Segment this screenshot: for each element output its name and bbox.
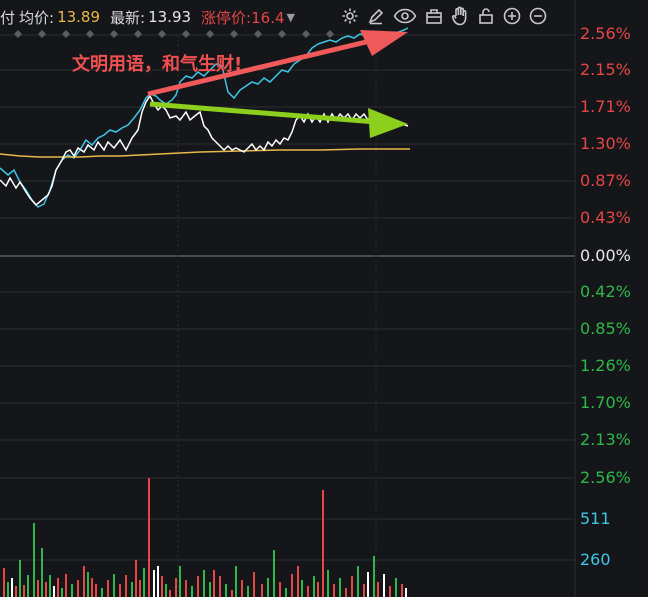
event-markers — [14, 30, 334, 38]
axis-label-down-1: 0.85% — [580, 319, 631, 338]
axis-label-zero: 0.00% — [580, 246, 631, 265]
axis-label-up-2: 1.71% — [580, 97, 631, 116]
volume-label-1: 260 — [580, 550, 611, 569]
green-trend-arrow — [149, 101, 408, 138]
axis-label-up-1: 2.15% — [580, 60, 631, 79]
volume-bars — [3, 478, 407, 597]
axis-label-down-0: 0.42% — [580, 282, 631, 301]
annotation-text: 文明用语，和气生财! — [72, 54, 243, 75]
axis-label-down-5: 2.56% — [580, 468, 631, 487]
axis-label-up-5: 0.43% — [580, 208, 631, 227]
average-price-line — [0, 148, 410, 158]
volume-label-0: 511 — [580, 509, 611, 528]
intraday-chart[interactable] — [0, 0, 648, 597]
price-line — [0, 94, 409, 207]
axis-label-up-3: 1.30% — [580, 134, 631, 153]
axis-label-down-2: 1.26% — [580, 356, 631, 375]
axis-label-down-4: 2.13% — [580, 430, 631, 449]
axis-label-up-4: 0.87% — [580, 171, 631, 190]
axis-label-down-3: 1.70% — [580, 393, 631, 412]
axis-label-up-0: 2.56% — [580, 24, 631, 43]
